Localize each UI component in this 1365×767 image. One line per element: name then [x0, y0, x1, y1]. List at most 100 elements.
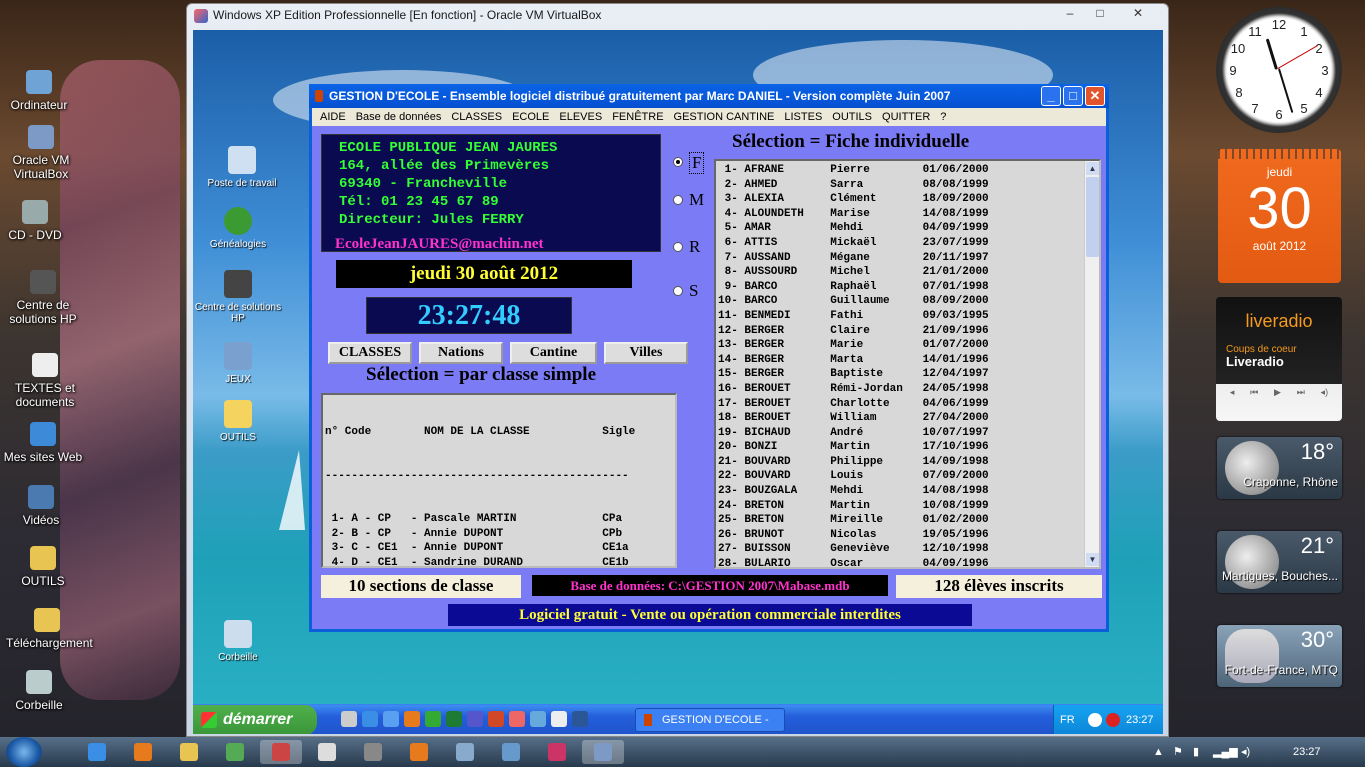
menu-ecole[interactable]: ECOLE: [507, 108, 554, 126]
desktop-icon-corbeille[interactable]: Corbeille: [0, 670, 80, 712]
desktop-icon-videos[interactable]: Vidéos: [0, 485, 82, 527]
rewind-icon[interactable]: ⏮: [1250, 387, 1258, 399]
student-row[interactable]: 13- BERGER Marie 01/07/2000: [718, 338, 1083, 353]
student-row[interactable]: 28- BULARIO Oscar 04/09/1996: [718, 557, 1083, 567]
student-row[interactable]: 27- BUISSON Geneviève 12/10/1998: [718, 542, 1083, 557]
scroll-thumb[interactable]: [1086, 177, 1099, 257]
tray-arrow-icon[interactable]: ▲: [1153, 737, 1164, 767]
app-titlebar[interactable]: GESTION D'ECOLE - Ensemble logiciel dist…: [309, 84, 1109, 108]
signal-icon[interactable]: ▂▄▆: [1213, 737, 1238, 767]
student-row[interactable]: 21- BOUVARD Philippe 14/09/1998: [718, 455, 1083, 470]
liveradio-gadget[interactable]: liveradio Coups de coeur Liveradio ◂ ⏮ ▶ ⏭ ◂): [1216, 297, 1342, 421]
student-row[interactable]: 9- BARCO Raphaël 07/01/1998: [718, 280, 1083, 295]
student-row[interactable]: 14- BERGER Marta 14/01/1996: [718, 353, 1083, 368]
radio-f[interactable]: F: [670, 152, 712, 174]
student-row[interactable]: 16- BEROUET Rémi-Jordan 24/05/1998: [718, 382, 1083, 397]
media-taskbar-icon[interactable]: [398, 740, 440, 764]
student-row[interactable]: 12- BERGER Claire 21/09/1996: [718, 324, 1083, 339]
app-close-button[interactable]: ✕: [1085, 86, 1105, 106]
student-row[interactable]: 26- BRUNOT Nicolas 19/05/1996: [718, 528, 1083, 543]
notepad-taskbar-icon[interactable]: [306, 740, 348, 764]
firefox-icon[interactable]: [404, 711, 420, 727]
menu-help[interactable]: ?: [935, 108, 951, 126]
win7-start-button[interactable]: [6, 737, 42, 767]
app-icon[interactable]: [467, 711, 483, 727]
class-row[interactable]: 3- C - CE1 - Annie DUPONT CE1a: [325, 541, 673, 556]
network-icon[interactable]: ▮: [1193, 737, 1199, 767]
powerpoint-icon[interactable]: [488, 711, 504, 727]
student-row[interactable]: 23- BOUZGALA Mehdi 14/08/1998: [718, 484, 1083, 499]
cantine-button[interactable]: Cantine: [510, 342, 597, 364]
quick-launch-icon[interactable]: [341, 711, 357, 727]
vm-close-button[interactable]: ✕: [1116, 6, 1160, 22]
app-minimize-button[interactable]: _: [1041, 86, 1061, 106]
ie-icon[interactable]: [362, 711, 378, 727]
class-row[interactable]: 1- A - CP - Pascale MARTIN CPa: [325, 512, 673, 527]
student-row[interactable]: 18- BEROUET William 27/04/2000: [718, 411, 1083, 426]
student-row[interactable]: 7- AUSSAND Mégane 20/11/1997: [718, 251, 1083, 266]
ie-taskbar-icon[interactable]: [76, 740, 118, 764]
desktop-icon-textes[interactable]: TEXTES et documents: [4, 353, 86, 409]
play-icon[interactable]: ▶: [1274, 387, 1281, 399]
class-list[interactable]: n° Code NOM DE LA CLASSE Sigle ---------…: [321, 393, 677, 568]
xp-icon-hp-solutions[interactable]: Centre de solutions HP: [193, 270, 283, 324]
volume-icon[interactable]: ◂): [1241, 737, 1250, 767]
student-row[interactable]: 10- BARCO Guillaume 08/09/2000: [718, 294, 1083, 309]
vm-minimize-button[interactable]: –: [1056, 6, 1084, 22]
tray-arrow-icon[interactable]: [1088, 713, 1102, 727]
previous-icon[interactable]: ◂: [1230, 387, 1235, 399]
student-row[interactable]: 24- BRETON Martin 10/08/1999: [718, 499, 1083, 514]
menu-base-de-donnees[interactable]: Base de données: [351, 108, 447, 126]
xp-icon-genealogies[interactable]: Généalogies: [193, 207, 283, 250]
class-row[interactable]: 4- D - CE1 - Sandrine DURAND CE1b: [325, 556, 673, 567]
weather-gadget-martigues[interactable]: 21° Martigues, Bouches...: [1217, 531, 1342, 593]
classes-button[interactable]: CLASSES: [328, 342, 412, 364]
student-list-scrollbar[interactable]: ▲ ▼: [1084, 161, 1099, 567]
radio-dot[interactable]: [673, 242, 683, 252]
xp-icon-corbeille[interactable]: Corbeille: [193, 620, 283, 663]
student-row[interactable]: 25- BRETON Mireille 01/02/2000: [718, 513, 1083, 528]
student-row[interactable]: 11- BENMEDI Fathi 09/03/1995: [718, 309, 1083, 324]
nations-button[interactable]: Nations: [419, 342, 503, 364]
student-row[interactable]: 1- AFRANE Pierre 01/06/2000: [718, 163, 1083, 178]
app-taskbar-icon[interactable]: [260, 740, 302, 764]
flag-icon[interactable]: ⚑: [1173, 737, 1183, 767]
weather-gadget-craponne[interactable]: 18° Craponne, Rhône: [1217, 437, 1342, 499]
student-row[interactable]: 15- BERGER Baptiste 12/04/1997: [718, 367, 1083, 382]
xp-icon-outils[interactable]: OUTILS: [193, 400, 283, 443]
scroll-down-icon[interactable]: ▼: [1086, 553, 1099, 566]
student-list[interactable]: 1- AFRANE Pierre 01/06/2000 2- AHMED Sar…: [714, 159, 1101, 569]
xp-icon-poste-de-travail[interactable]: Poste de travail: [197, 146, 287, 189]
student-row[interactable]: 20- BONZI Martin 17/10/1996: [718, 440, 1083, 455]
desktop-icon-telechargement[interactable]: Téléchargement: [6, 608, 93, 650]
student-row[interactable]: 5- AMAR Mehdi 04/09/1999: [718, 221, 1083, 236]
app-icon[interactable]: [425, 711, 441, 727]
menu-quitter[interactable]: QUITTER: [877, 108, 935, 126]
student-row[interactable]: 2- AHMED Sarra 08/08/1999: [718, 178, 1083, 193]
explorer-taskbar-icon[interactable]: [168, 740, 210, 764]
student-row[interactable]: 17- BEROUET Charlotte 04/06/1999: [718, 397, 1083, 412]
forward-icon[interactable]: ⏭: [1297, 387, 1305, 399]
virtualbox-taskbar-icon[interactable]: [582, 740, 624, 764]
word-icon[interactable]: [572, 711, 588, 727]
menu-listes[interactable]: LISTES: [779, 108, 827, 126]
xp-start-button[interactable]: démarrer: [193, 705, 317, 734]
desktop-icon-hp-solutions[interactable]: Centre de solutions HP: [2, 270, 84, 326]
desktop-icon-sites-web[interactable]: Mes sites Web: [2, 422, 84, 464]
app-icon[interactable]: [509, 711, 525, 727]
taskbar-button-gestion-ecole[interactable]: GESTION D'ECOLE - E...: [635, 708, 785, 732]
app-taskbar-icon[interactable]: [444, 740, 486, 764]
menu-eleves[interactable]: ELEVES: [554, 108, 607, 126]
xp-icon-jeux[interactable]: JEUX: [193, 342, 283, 385]
villes-button[interactable]: Villes: [604, 342, 688, 364]
weather-gadget-fort-de-france[interactable]: 30° Fort-de-France, MTQ: [1217, 625, 1342, 687]
student-row[interactable]: 8- AUSSOURD Michel 21/01/2000: [718, 265, 1083, 280]
firefox-taskbar-icon[interactable]: [122, 740, 164, 764]
radio-s[interactable]: S: [670, 281, 712, 301]
radio-dot[interactable]: [673, 286, 683, 296]
student-row[interactable]: 19- BICHAUD André 10/07/1997: [718, 426, 1083, 441]
security-icon[interactable]: [1106, 713, 1120, 727]
desktop-icon-ordinateur[interactable]: Ordinateur: [0, 70, 80, 112]
radio-r[interactable]: R: [670, 237, 712, 257]
app-taskbar-icon[interactable]: [214, 740, 256, 764]
